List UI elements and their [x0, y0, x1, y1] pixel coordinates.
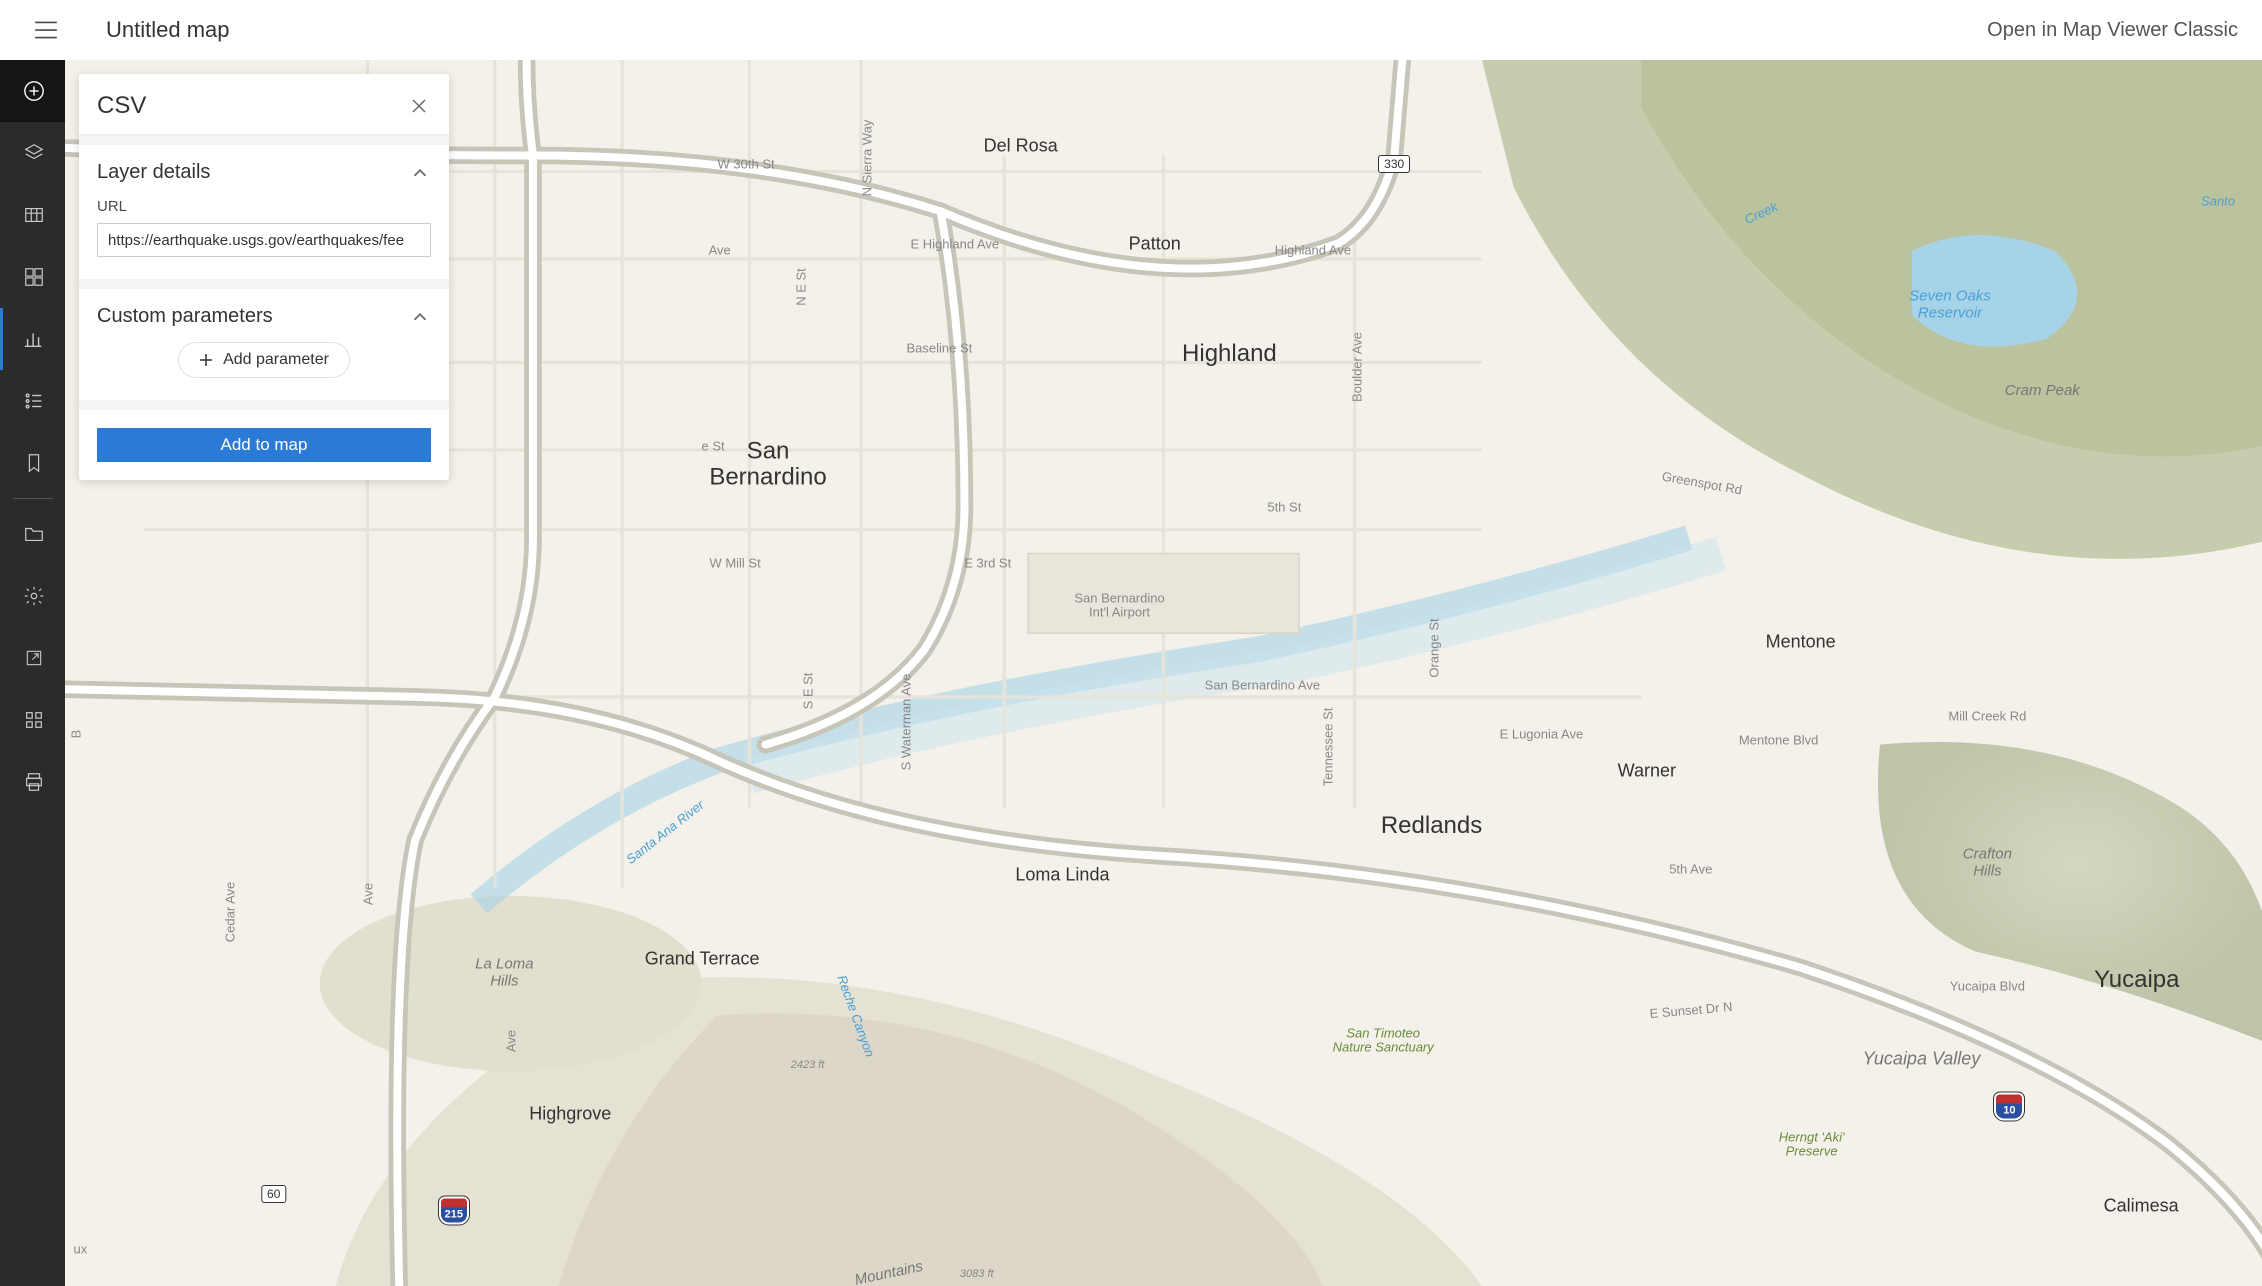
chart-icon [23, 328, 45, 350]
table-icon [23, 204, 45, 226]
rail-apps-button[interactable] [0, 689, 65, 751]
gear-icon [23, 585, 45, 607]
top-header: Untitled map Open in Map Viewer Classic [0, 0, 2262, 60]
plus-icon [199, 353, 213, 367]
rail-tables-button[interactable] [0, 184, 65, 246]
rail-divider [13, 498, 53, 499]
print-icon [23, 771, 45, 793]
rail-basemap-button[interactable] [0, 246, 65, 308]
plus-circle-icon [23, 80, 45, 102]
rail-charts-button[interactable] [0, 308, 65, 370]
section-title-custom-params: Custom parameters [97, 305, 273, 328]
close-icon [411, 98, 427, 114]
rail-add-button[interactable] [0, 60, 65, 122]
open-classic-link[interactable]: Open in Map Viewer Classic [1987, 19, 2238, 42]
left-toolbar [0, 60, 65, 1286]
section-custom-parameters: Custom parameters Add parameter [79, 279, 449, 400]
apps-icon [23, 709, 45, 731]
rail-print-button[interactable] [0, 751, 65, 813]
panel-footer: Add to map [79, 400, 449, 480]
panel-title: CSV [97, 92, 146, 120]
map-canvas[interactable]: SanBernardinoHighlandRedlandsYucaipaDel … [65, 60, 2262, 1286]
bookmark-icon [23, 452, 45, 474]
chevron-up-icon[interactable] [409, 306, 431, 328]
hamburger-icon [33, 17, 59, 43]
share-icon [24, 648, 44, 668]
chevron-up-icon[interactable] [409, 162, 431, 184]
url-label: URL [97, 198, 431, 215]
rail-properties-button[interactable] [0, 565, 65, 627]
rail-bookmarks-button[interactable] [0, 432, 65, 494]
basemap-icon [23, 266, 45, 288]
rail-save-button[interactable] [0, 503, 65, 565]
section-layer-details: Layer details URL [79, 135, 449, 279]
section-title-layer-details: Layer details [97, 161, 210, 184]
panel-header: CSV [79, 74, 449, 135]
rail-legend-button[interactable] [0, 370, 65, 432]
map-title[interactable]: Untitled map [106, 17, 230, 43]
folder-icon [23, 523, 45, 545]
legend-icon [23, 390, 45, 412]
add-parameter-label: Add parameter [223, 351, 329, 369]
add-parameter-button[interactable]: Add parameter [178, 342, 350, 378]
rail-layers-button[interactable] [0, 122, 65, 184]
close-button[interactable] [407, 94, 431, 118]
add-to-map-button[interactable]: Add to map [97, 428, 431, 462]
url-input[interactable] [97, 223, 431, 257]
layers-icon [23, 142, 45, 164]
add-layer-panel: CSV Layer details URL Custom parameters … [79, 74, 449, 480]
rail-share-button[interactable] [0, 627, 65, 689]
menu-button[interactable] [26, 10, 66, 50]
